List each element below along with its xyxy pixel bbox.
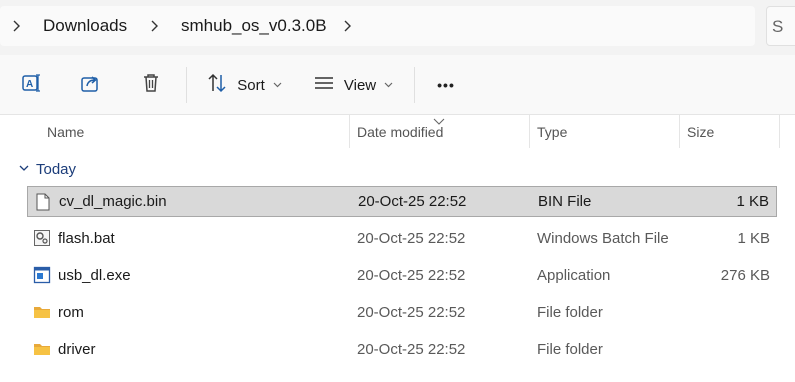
folder-icon xyxy=(33,340,51,358)
file-date-modified: 20-Oct-25 22:52 xyxy=(358,193,467,210)
file-name: usb_dl.exe xyxy=(58,267,131,284)
column-header-size[interactable]: Size xyxy=(687,115,777,148)
search-input[interactable]: S xyxy=(766,6,795,46)
file-type: Windows Batch File xyxy=(537,230,669,247)
address-bar: Downloads smhub_os_v0.3.0B S xyxy=(0,0,795,55)
file-date-modified: 20-Oct-25 22:52 xyxy=(357,341,466,358)
command-bar: A Sort View ••• xyxy=(0,55,795,115)
view-list-icon xyxy=(313,72,335,99)
column-divider[interactable] xyxy=(349,115,350,148)
column-divider[interactable] xyxy=(779,115,780,148)
sort-button[interactable]: Sort xyxy=(203,67,285,103)
chevron-right-icon[interactable] xyxy=(9,19,23,33)
file-date-modified: 20-Oct-25 22:52 xyxy=(357,230,466,247)
file-row[interactable]: rom 20-Oct-25 22:52 File folder xyxy=(27,297,777,328)
rename-icon: A xyxy=(21,72,43,99)
trash-icon xyxy=(140,72,162,99)
breadcrumb[interactable]: Downloads smhub_os_v0.3.0B xyxy=(0,6,755,46)
file-size: 276 KB xyxy=(720,267,770,284)
chevron-right-icon[interactable] xyxy=(147,19,161,33)
search-placeholder: S xyxy=(772,17,784,36)
delete-button[interactable] xyxy=(133,67,169,103)
file-row[interactable]: usb_dl.exe 20-Oct-25 22:52 Application 2… xyxy=(27,260,777,291)
column-header-name[interactable]: Name xyxy=(47,115,347,148)
column-header-row: Name Date modified Type Size xyxy=(0,115,795,148)
chevron-right-icon[interactable] xyxy=(340,19,354,33)
chevron-down-icon xyxy=(273,76,282,94)
file-type: File folder xyxy=(537,341,603,358)
file-row[interactable]: flash.bat 20-Oct-25 22:52 Windows Batch … xyxy=(27,223,777,254)
file-size: 1 KB xyxy=(737,230,770,247)
toolbar-divider xyxy=(414,67,415,103)
file-type: File folder xyxy=(537,304,603,321)
toolbar-divider xyxy=(186,67,187,103)
share-button[interactable] xyxy=(73,67,109,103)
breadcrumb-item-current-folder[interactable]: smhub_os_v0.3.0B xyxy=(181,16,327,36)
sort-label: Sort xyxy=(237,76,265,94)
chevron-down-icon xyxy=(384,76,393,94)
folder-icon xyxy=(33,303,51,321)
batch-file-icon xyxy=(33,229,51,247)
file-row[interactable]: driver 20-Oct-25 22:52 File folder xyxy=(27,334,777,365)
group-header-today[interactable]: Today xyxy=(18,158,76,180)
file-type: BIN File xyxy=(538,193,592,210)
more-options-button[interactable]: ••• xyxy=(428,67,464,103)
breadcrumb-item-downloads[interactable]: Downloads xyxy=(43,16,127,36)
file-name: cv_dl_magic.bin xyxy=(59,193,167,210)
file-row[interactable]: cv_dl_magic.bin 20-Oct-25 22:52 BIN File… xyxy=(27,186,777,217)
file-name: driver xyxy=(58,341,96,358)
sort-icon xyxy=(206,72,228,99)
chevron-down-icon[interactable] xyxy=(18,161,30,178)
more-icon: ••• xyxy=(437,77,455,93)
share-icon xyxy=(80,72,102,99)
svg-text:A: A xyxy=(26,79,33,90)
file-icon xyxy=(34,193,52,211)
file-type: Application xyxy=(537,267,611,284)
file-date-modified: 20-Oct-25 22:52 xyxy=(357,267,466,284)
rename-button[interactable]: A xyxy=(14,67,50,103)
column-header-date-modified[interactable]: Date modified xyxy=(357,115,527,148)
group-label: Today xyxy=(36,160,77,178)
column-header-type[interactable]: Type xyxy=(537,115,677,148)
file-size: 1 KB xyxy=(736,193,769,210)
file-name: flash.bat xyxy=(58,230,115,247)
file-date-modified: 20-Oct-25 22:52 xyxy=(357,304,466,321)
application-icon xyxy=(33,266,51,284)
column-divider[interactable] xyxy=(679,115,680,148)
file-name: rom xyxy=(58,304,84,321)
view-label: View xyxy=(343,76,377,94)
column-divider[interactable] xyxy=(529,115,530,148)
view-button[interactable]: View xyxy=(311,67,395,103)
